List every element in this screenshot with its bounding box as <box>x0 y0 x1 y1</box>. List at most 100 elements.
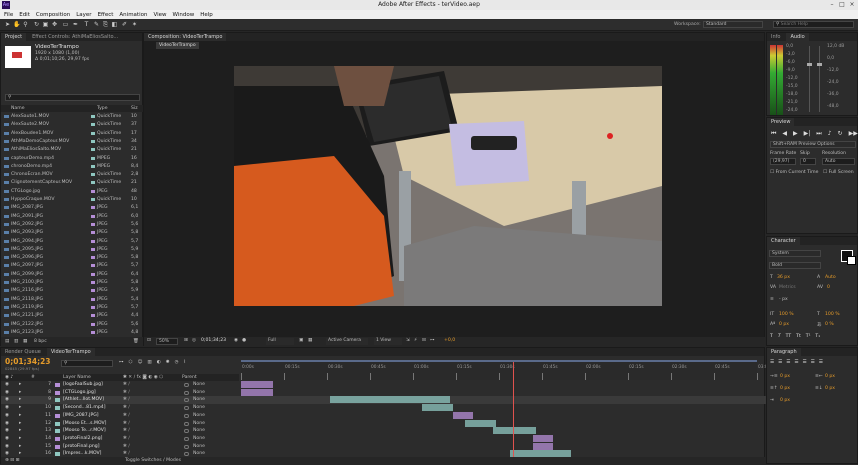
label-color-swatch[interactable] <box>91 297 95 301</box>
justify-all-icon[interactable]: ☰ <box>819 360 823 365</box>
layer-duration-bar[interactable] <box>493 427 537 435</box>
layer-label-color[interactable] <box>55 383 60 387</box>
menu-view[interactable]: View <box>153 12 166 18</box>
brush-tool-icon[interactable]: ✎ <box>93 21 100 29</box>
layer-switches[interactable]: ✱ ∕ <box>123 443 130 451</box>
resolution-select[interactable]: Full <box>266 338 294 345</box>
motion-blur-icon[interactable]: ◐ <box>157 360 161 365</box>
layer-switches[interactable]: ✱ ∕ <box>123 381 130 389</box>
menu-effect[interactable]: Effect <box>98 12 114 18</box>
timeline-search-input[interactable]: ⚲ <box>61 360 113 367</box>
project-item[interactable]: AlexBoudee1.MOV QuickTime 17 <box>1 130 143 137</box>
timeline-timecode[interactable]: 0;01;34;23 <box>5 357 51 366</box>
resolution-grid-icon[interactable]: ⊞ <box>184 338 188 343</box>
column-parent[interactable]: Parent <box>182 375 197 380</box>
parent-pickwhip-icon[interactable] <box>184 429 189 434</box>
full-screen-checkbox[interactable]: ☐ Full Screen <box>823 170 854 175</box>
label-color-swatch[interactable] <box>91 148 95 152</box>
justify-left-icon[interactable]: ☰ <box>794 360 798 365</box>
menu-layer[interactable]: Layer <box>76 12 91 18</box>
label-color-swatch[interactable] <box>91 239 95 243</box>
layer-label-color[interactable] <box>55 452 60 457</box>
expand-triangle-icon[interactable]: ▸ <box>19 404 21 412</box>
expand-triangle-icon[interactable]: ▸ <box>19 427 21 435</box>
expand-triangle-icon[interactable]: ▸ <box>19 396 21 404</box>
layer-name[interactable]: [Mooso Te...r.MOV] <box>63 427 119 435</box>
project-item[interactable]: chronoDemo.mp4 MPEG 8,4 <box>1 163 143 170</box>
layer-label-color[interactable] <box>55 406 60 411</box>
parent-select[interactable]: None <box>193 396 205 404</box>
close-icon[interactable]: × <box>848 1 856 8</box>
layer-label-color[interactable] <box>55 429 60 434</box>
parent-select[interactable]: None <box>193 404 205 412</box>
color-channel-icon[interactable]: ● <box>242 338 246 343</box>
space-after-value[interactable]: 0 px <box>825 386 835 391</box>
column-layer-name[interactable]: Layer Name <box>63 375 91 380</box>
column-name[interactable]: Name <box>11 106 25 111</box>
visibility-eye-icon[interactable]: ◉ <box>5 412 9 420</box>
label-color-swatch[interactable] <box>91 247 95 251</box>
expand-triangle-icon[interactable]: ▸ <box>19 435 21 443</box>
tab-timeline-comp[interactable]: VideoTerTrampo <box>46 348 95 356</box>
exposure-value[interactable]: +0,0 <box>444 338 455 343</box>
stroke-width-value[interactable]: - px <box>779 297 788 302</box>
layer-name[interactable]: [Second...81.mp4] <box>63 404 119 412</box>
project-item[interactable]: IMG_2087.JPG JPEG 6,1 <box>1 204 143 211</box>
label-color-swatch[interactable] <box>91 131 95 135</box>
timeline-layer-row[interactable]: ◉ ▸ 11 [IMG_2087.JPG] ✱ ∕ None <box>1 411 766 420</box>
horizontal-scale-value[interactable]: 100 % <box>825 312 840 317</box>
brainstorm-icon[interactable]: ✺ <box>166 360 170 365</box>
expand-triangle-icon[interactable]: ▸ <box>19 420 21 428</box>
parent-pickwhip-icon[interactable] <box>184 406 189 411</box>
label-color-swatch[interactable] <box>91 139 95 143</box>
parent-select[interactable]: None <box>193 389 205 397</box>
right-slider-thumb[interactable] <box>817 63 822 66</box>
superscript-button[interactable]: T¹ <box>806 334 811 339</box>
flowchart-icon[interactable]: ⊶ <box>430 338 435 343</box>
next-frame-icon[interactable]: ▶| <box>804 130 811 138</box>
transparency-grid-icon[interactable]: ▦ <box>308 338 312 343</box>
layer-switches[interactable]: ✱ ∕ <box>123 412 130 420</box>
left-slider-thumb[interactable] <box>807 63 812 66</box>
visibility-eye-icon[interactable]: ◉ <box>5 427 9 435</box>
project-item[interactable]: IMG_2094.JPG JPEG 5,7 <box>1 238 143 245</box>
tab-project[interactable]: Project <box>1 33 27 41</box>
kerning-value[interactable]: Metrics <box>779 285 796 290</box>
trash-icon[interactable]: 🗑 <box>133 339 139 344</box>
new-folder-icon[interactable]: ▥ <box>14 339 18 344</box>
project-item[interactable]: ChronoEcran.MOV QuickTime 2,8 <box>1 171 143 178</box>
last-frame-icon[interactable]: ⏭ <box>816 130 821 138</box>
left-level-slider[interactable] <box>809 46 810 112</box>
fast-previews-icon[interactable]: ⚡ <box>414 338 417 343</box>
project-item[interactable]: IMG_2092.JPG JPEG 5,6 <box>1 221 143 228</box>
label-color-swatch[interactable] <box>91 189 95 193</box>
parent-select[interactable]: None <box>193 381 205 389</box>
playhead[interactable] <box>512 362 514 458</box>
layer-duration-bar[interactable] <box>241 388 273 396</box>
preview-options-select[interactable]: Shift+RAM Preview Options <box>770 141 856 148</box>
project-item[interactable]: AlexSaute2.MOV QuickTime 37 <box>1 121 143 128</box>
all-caps-button[interactable]: TT <box>786 334 792 339</box>
label-color-swatch[interactable] <box>91 222 95 226</box>
project-item[interactable]: IMG_2093.JPG JPEG 5,8 <box>1 229 143 236</box>
project-item[interactable]: IMG_2119.JPG JPEG 5,7 <box>1 304 143 311</box>
layer-name[interactable]: [Athlet...llot.MOV] <box>63 396 119 404</box>
shy-layers-icon[interactable]: ☺ <box>138 360 143 365</box>
type-tool-icon[interactable]: T <box>83 21 90 29</box>
first-line-indent-value[interactable]: 0 px <box>780 398 790 403</box>
parent-pickwhip-icon[interactable] <box>184 444 189 449</box>
small-caps-button[interactable]: Tt <box>796 334 801 339</box>
menu-composition[interactable]: Composition <box>36 12 70 18</box>
layer-switches[interactable]: ✱ ∕ <box>123 396 130 404</box>
tab-effect-controls[interactable]: Effect Controls: AthiMaEliosSalto... <box>28 33 122 41</box>
workspace-select[interactable]: Standard <box>703 21 763 28</box>
layer-label-color[interactable] <box>55 413 60 418</box>
toggle-pixel-aspect-icon[interactable]: ⇲ <box>406 338 410 343</box>
parent-pickwhip-icon[interactable] <box>184 398 189 403</box>
leading-value[interactable]: Auto <box>825 275 836 280</box>
from-current-checkbox[interactable]: ☐ From Current Time <box>770 170 818 175</box>
layer-name[interactable]: [protoFinal.png] <box>63 443 119 451</box>
view-layout-select[interactable]: 1 View <box>374 338 402 345</box>
bit-depth-label[interactable]: 8 bpc <box>34 339 47 344</box>
comp-viewer-frame[interactable] <box>234 66 662 306</box>
